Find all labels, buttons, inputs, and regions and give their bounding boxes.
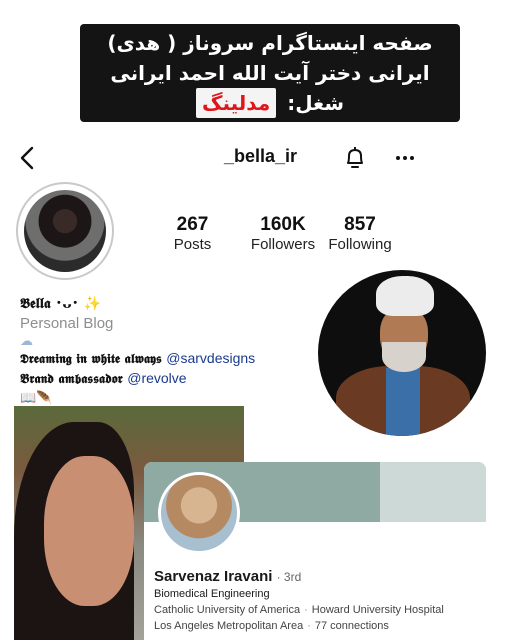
bell-icon[interactable] xyxy=(344,146,366,170)
avatar-image xyxy=(24,190,106,272)
profile-bio: 𝕭𝖊𝖑𝖑𝖆 ･ᴗ･ ✨ Personal Blog ☁ 𝕯𝖗𝖊𝖆𝖒𝖎𝖓𝖌 𝖎𝖓 … xyxy=(20,293,320,406)
bio-emojis: 📖🪶 xyxy=(20,391,53,406)
separator-dot: · xyxy=(304,604,308,616)
linkedin-connections[interactable]: 77 connections xyxy=(315,620,389,632)
portrait-beard xyxy=(382,342,426,372)
photo-face xyxy=(44,456,134,606)
linkedin-education[interactable]: Catholic University of America xyxy=(154,604,300,616)
stat-followers[interactable]: 160K Followers xyxy=(243,214,323,253)
stat-following-value: 857 xyxy=(344,214,376,235)
mention-revolve[interactable]: @revolve xyxy=(127,370,186,386)
portrait-turban xyxy=(376,276,434,316)
portrait-shirt xyxy=(386,368,420,436)
linkedin-employer[interactable]: Howard University Hospital xyxy=(312,604,444,616)
linkedin-name-row: Sarvenaz Iravani · 3rd xyxy=(154,568,301,585)
profile-avatar[interactable] xyxy=(16,182,114,280)
caption-line-2: ایرانی دختر آیت الله احمد ایرانی xyxy=(110,61,430,85)
cloud-icon: ☁ xyxy=(20,334,33,349)
linkedin-avatar[interactable] xyxy=(158,472,240,554)
linkedin-education-row: Catholic University of America · Howard Un… xyxy=(154,604,444,616)
job-label: شغل: xyxy=(287,91,345,115)
bio-line-1-text: 𝕯𝖗𝖊𝖆𝖒𝖎𝖓𝖌 𝖎𝖓 𝖜𝖍𝖎𝖙𝖊 𝖆𝖑𝖜𝖆𝖞𝖘 xyxy=(20,352,162,367)
bio-line-2: 𝕭𝖗𝖆𝖓𝖉 𝖆𝖒𝖇𝖆𝖘𝖘𝖆𝖉𝖔𝖗 @revolve xyxy=(20,369,320,389)
cleric-portrait xyxy=(318,270,486,436)
caption-line-1: صفحه اینستاگرام سروناز ( هدی) xyxy=(107,31,433,55)
stat-posts[interactable]: 267 Posts xyxy=(165,214,220,253)
stat-posts-label: Posts xyxy=(173,236,212,253)
more-options-icon[interactable] xyxy=(394,146,416,170)
stat-followers-value: 160K xyxy=(260,214,306,235)
mention-sarvdesigns[interactable]: @sarvdesigns xyxy=(166,350,255,366)
linkedin-headline: Biomedical Engineering xyxy=(154,588,270,600)
stat-following-label: Following xyxy=(328,236,392,253)
linkedin-name[interactable]: Sarvenaz Iravani xyxy=(154,568,272,585)
separator-dot: · xyxy=(307,620,311,632)
stat-following[interactable]: 857 Following xyxy=(325,214,395,253)
linkedin-banner-accent xyxy=(380,462,486,522)
job-value: مدلینگ xyxy=(195,88,277,118)
profile-category: Personal Blog xyxy=(20,315,114,332)
profile-stats: 267 Posts 160K Followers 857 Following xyxy=(155,214,415,258)
linkedin-profile-card: Sarvenaz Iravani · 3rd Biomedical Engine… xyxy=(144,462,486,640)
linkedin-degree: · 3rd xyxy=(276,570,302,584)
stat-posts-value: 267 xyxy=(176,214,209,235)
profile-username: _bella_ir xyxy=(223,146,298,166)
display-name: 𝕭𝖊𝖑𝖑𝖆 ･ᴗ･ ✨ xyxy=(20,296,101,312)
caption-box: صفحه اینستاگرام سروناز ( هدی) ایرانی دخت… xyxy=(80,24,460,122)
stat-followers-label: Followers xyxy=(250,236,316,253)
bio-line-2-text: 𝕭𝖗𝖆𝖓𝖉 𝖆𝖒𝖇𝖆𝖘𝖘𝖆𝖉𝖔𝖗 xyxy=(20,372,123,387)
bio-line-1: 𝕯𝖗𝖊𝖆𝖒𝖎𝖓𝖌 𝖎𝖓 𝖜𝖍𝖎𝖙𝖊 𝖆𝖑𝖜𝖆𝖞𝖘 @sarvdesigns xyxy=(20,349,320,369)
linkedin-location: Los Angeles Metropolitan Area xyxy=(154,620,304,632)
linkedin-location-row: Los Angeles Metropolitan Area · 77 connect… xyxy=(154,620,389,632)
caption-line-3: شغل: مدلینگ xyxy=(195,88,345,118)
instagram-top-bar: _bella_ir xyxy=(0,140,521,176)
